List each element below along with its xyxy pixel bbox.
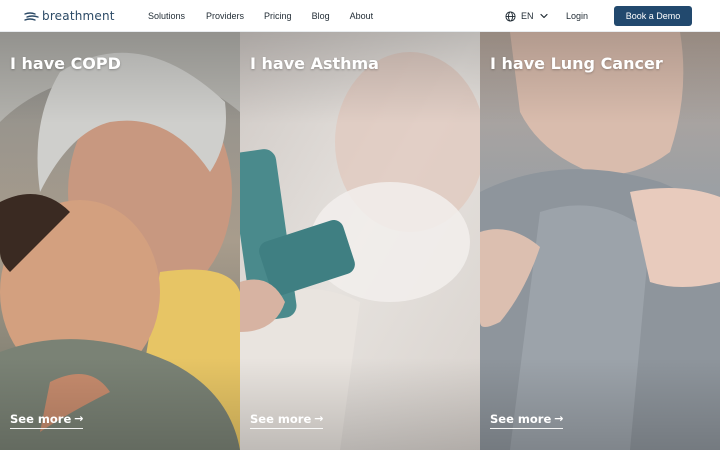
nav-item-about[interactable]: About xyxy=(350,0,374,32)
nav-item-pricing[interactable]: Pricing xyxy=(264,0,292,32)
brand-logo[interactable]: breathment xyxy=(24,9,115,23)
card-title: I have Lung Cancer xyxy=(490,54,663,73)
card-lung-cancer[interactable]: I have Lung Cancer See more → xyxy=(480,32,720,450)
see-more-label: See more xyxy=(490,412,552,426)
language-selector[interactable]: EN xyxy=(505,0,548,32)
card-overlay xyxy=(480,32,720,450)
arrow-right-icon: → xyxy=(74,412,84,425)
brand-name: breathment xyxy=(42,9,115,23)
book-demo-button[interactable]: Book a Demo xyxy=(614,6,692,26)
card-overlay xyxy=(0,32,240,450)
see-more-link[interactable]: See more → xyxy=(250,411,324,429)
see-more-label: See more xyxy=(10,412,72,426)
card-copd[interactable]: I have COPD See more → xyxy=(0,32,240,450)
top-nav-bar: breathment Solutions Providers Pricing B… xyxy=(0,0,720,32)
nav-item-providers[interactable]: Providers xyxy=(206,0,244,32)
chevron-down-icon xyxy=(539,13,548,19)
see-more-label: See more xyxy=(250,412,312,426)
card-overlay xyxy=(240,32,480,450)
breathment-logo-icon xyxy=(24,12,39,21)
see-more-link[interactable]: See more → xyxy=(490,411,564,429)
globe-icon xyxy=(505,10,516,22)
nav-item-solutions[interactable]: Solutions xyxy=(148,0,185,32)
card-title: I have COPD xyxy=(10,54,121,73)
arrow-right-icon: → xyxy=(554,412,564,425)
arrow-right-icon: → xyxy=(314,412,324,425)
language-label: EN xyxy=(521,11,534,21)
card-title: I have Asthma xyxy=(250,54,379,73)
login-link[interactable]: Login xyxy=(566,0,588,32)
see-more-link[interactable]: See more → xyxy=(10,411,84,429)
nav-item-blog[interactable]: Blog xyxy=(312,0,330,32)
condition-cards: I have COPD See more → I have Asthma See… xyxy=(0,32,720,450)
card-asthma[interactable]: I have Asthma See more → xyxy=(240,32,480,450)
main-nav: Solutions Providers Pricing Blog About xyxy=(148,0,393,32)
